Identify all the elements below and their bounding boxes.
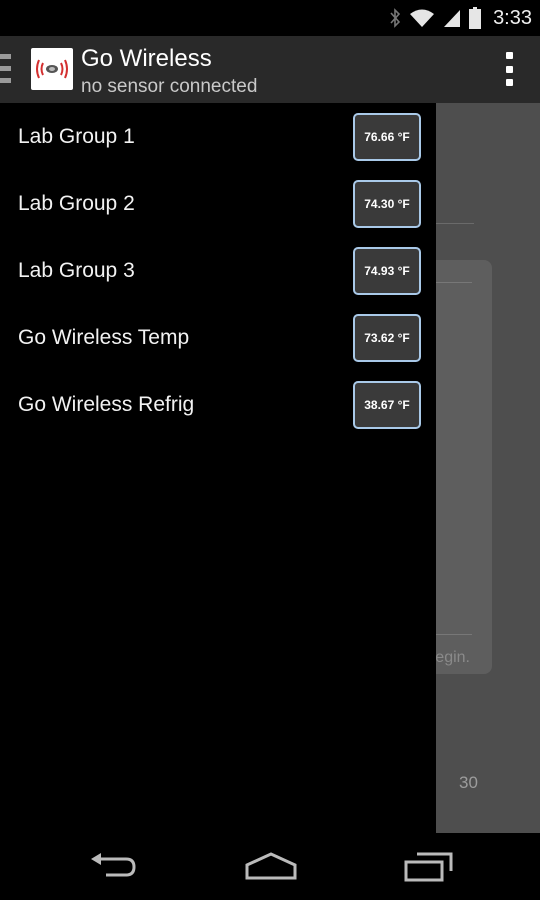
sensor-name: Go Wireless Refrig — [18, 393, 195, 416]
status-time: 3:33 — [493, 6, 532, 29]
background-card: egin. — [436, 260, 492, 674]
temperature-badge: 74.93 °F — [353, 247, 421, 295]
temperature-badge: 38.67 °F — [353, 381, 421, 429]
background-content: egin. 30 — [436, 103, 540, 833]
axis-number: 30 — [459, 773, 478, 792]
status-bar: 3:33 — [0, 0, 540, 36]
app-logo-graphic — [36, 59, 68, 79]
card-text: egin. — [436, 649, 470, 666]
recent-apps-icon[interactable] — [403, 851, 455, 883]
sensor-item-go-wireless-temp[interactable]: Go Wireless Temp 73.62 °F — [0, 305, 436, 371]
sensor-item-go-wireless-refrig[interactable]: Go Wireless Refrig 38.67 °F — [0, 372, 436, 438]
card-divider-bottom — [436, 634, 472, 635]
battery-icon — [469, 7, 482, 29]
temperature-badge: 74.30 °F — [353, 180, 421, 228]
sensor-name: Lab Group 3 — [18, 259, 135, 282]
cell-signal-icon — [444, 10, 461, 27]
wireless-sensor-logo[interactable] — [31, 48, 73, 90]
home-icon[interactable] — [244, 851, 298, 881]
sensor-name: Lab Group 2 — [18, 192, 135, 215]
drawer-toggle-icon[interactable] — [0, 54, 11, 84]
temperature-badge: 73.62 °F — [353, 314, 421, 362]
sensor-name: Go Wireless Temp — [18, 326, 190, 349]
back-icon[interactable] — [88, 851, 138, 881]
temperature-badge: 76.66 °F — [353, 113, 421, 161]
background-divider — [436, 223, 474, 224]
sensor-item-lab-group-3[interactable]: Lab Group 3 74.93 °F — [0, 238, 436, 304]
navigation-drawer: Lab Group 1 76.66 °F Lab Group 2 74.30 °… — [0, 103, 436, 833]
bluetooth-icon — [390, 8, 401, 28]
status-icons: 3:33 — [389, 0, 532, 36]
system-nav-bar — [0, 833, 540, 900]
overflow-menu-icon[interactable] — [504, 52, 514, 86]
app-title: Go Wireless — [81, 45, 212, 72]
sensor-item-lab-group-2[interactable]: Lab Group 2 74.30 °F — [0, 171, 436, 237]
app-subtitle: no sensor connected — [81, 76, 258, 97]
wifi-icon — [410, 9, 435, 27]
action-bar: Go Wireless no sensor connected — [0, 36, 540, 103]
card-divider-top — [436, 282, 472, 283]
sensor-name: Lab Group 1 — [18, 125, 135, 148]
sensor-item-lab-group-1[interactable]: Lab Group 1 76.66 °F — [0, 104, 436, 170]
